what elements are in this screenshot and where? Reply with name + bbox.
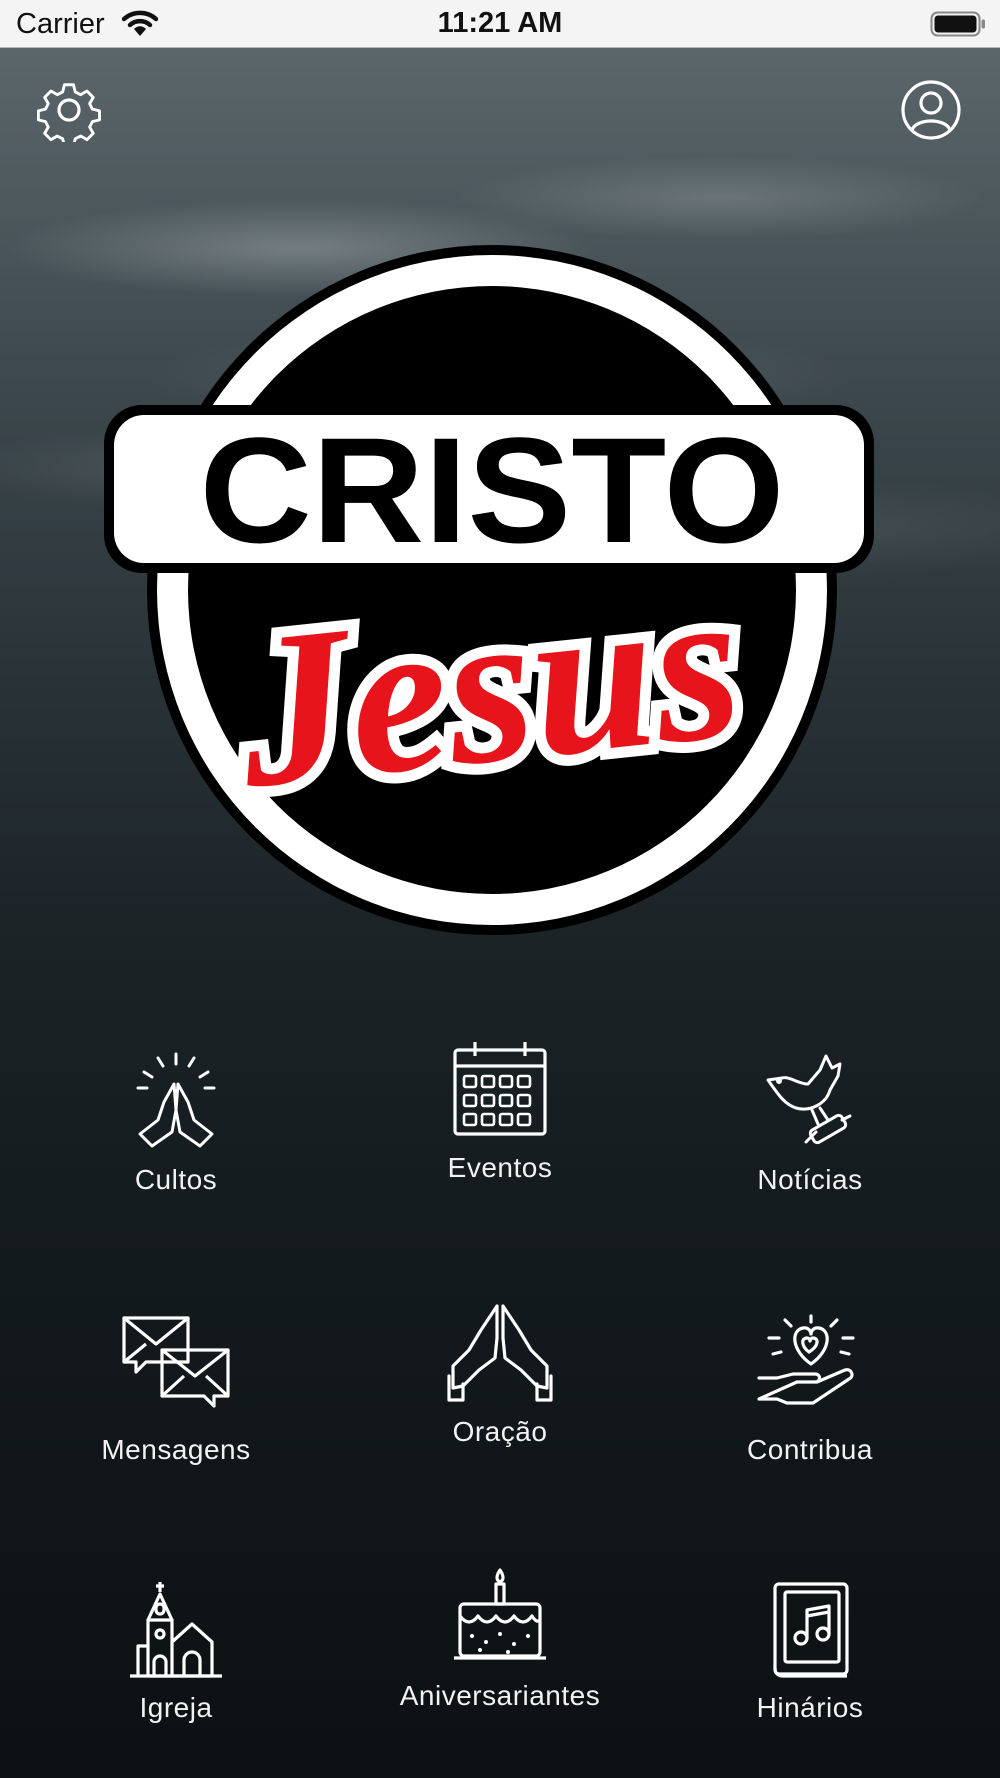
menu-item-cultos[interactable]: Cultos <box>26 1050 326 1196</box>
menu-label-mensagens: Mensagens <box>101 1434 251 1465</box>
menu-label-igreja: Igreja <box>139 1692 213 1723</box>
menu-item-aniversariantes[interactable]: Aniversariantes <box>350 1566 650 1712</box>
cake-icon <box>454 1568 546 1660</box>
menu-label-hinarios: Hinários <box>756 1692 864 1723</box>
menu-item-mensagens[interactable]: Mensagens <box>26 1312 326 1466</box>
menu-label-oracao: Oração <box>452 1416 548 1447</box>
heart-hand-icon <box>757 1314 855 1405</box>
menu-item-hinarios[interactable]: Hinários <box>660 1580 960 1724</box>
menu-item-oracao[interactable]: Oração <box>350 1302 650 1448</box>
menu-label-eventos: Eventos <box>447 1152 553 1183</box>
hymnal-book-icon <box>773 1582 849 1678</box>
envelopes-icon <box>122 1316 230 1408</box>
dove-icon <box>766 1054 852 1145</box>
menu-item-contribua[interactable]: Contribua <box>660 1312 960 1466</box>
menu-label-cultos: Cultos <box>134 1164 218 1195</box>
logo-jesus-text: Jesus <box>226 539 751 834</box>
gear-icon[interactable] <box>37 78 101 142</box>
menu-label-aniversariantes: Aniversariantes <box>399 1680 601 1711</box>
prayer-icon <box>447 1304 553 1402</box>
menu-item-eventos[interactable]: Eventos <box>350 1038 650 1184</box>
menu-item-noticias[interactable]: Notícias <box>660 1050 960 1196</box>
battery-icon <box>930 11 985 37</box>
status-time: 11:21 AM <box>437 7 563 39</box>
status-bar: Carrier 11:21 AM <box>0 0 1000 48</box>
menu-label-noticias: Notícias <box>757 1164 863 1195</box>
menu-item-igreja[interactable]: Igreja <box>26 1580 326 1724</box>
user-circle-icon[interactable] <box>899 78 963 142</box>
church-icon <box>130 1582 222 1678</box>
calendar-icon <box>453 1042 547 1136</box>
cristo-jesus-logo: CRISTO Jesus Jesus <box>104 245 874 935</box>
praying-hands-icon <box>136 1052 216 1148</box>
menu-label-contribua: Contribua <box>747 1434 873 1465</box>
